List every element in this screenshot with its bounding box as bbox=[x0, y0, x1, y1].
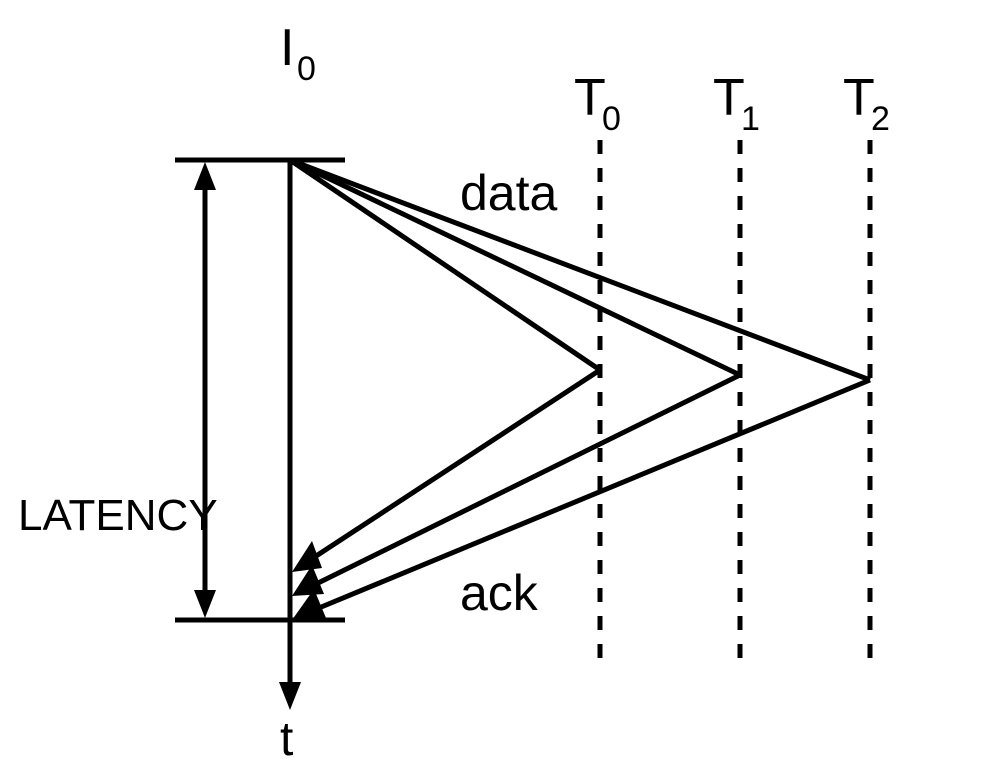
data-line-t2 bbox=[290, 160, 870, 380]
time-arrowhead-icon bbox=[279, 682, 301, 710]
ack-line-t2 bbox=[314, 380, 870, 610]
target1-label: T 1 bbox=[713, 69, 760, 138]
latency-label: LATENCY bbox=[18, 491, 218, 540]
latency-arrow-down-icon bbox=[194, 590, 216, 618]
target2-label: T 2 bbox=[843, 69, 890, 138]
initiator-label: I 0 bbox=[280, 19, 316, 88]
ack-arrow-t0-icon bbox=[292, 541, 322, 572]
svg-text:T: T bbox=[713, 69, 745, 127]
svg-text:0: 0 bbox=[602, 100, 621, 138]
time-label: t bbox=[280, 713, 293, 766]
target0-label: T 0 bbox=[574, 69, 621, 138]
ack-line-t1 bbox=[312, 375, 740, 586]
data-label: data bbox=[460, 165, 558, 221]
svg-text:0: 0 bbox=[297, 50, 316, 88]
svg-text:T: T bbox=[574, 69, 606, 127]
latency-diagram: I 0 T 0 T 1 T 2 t LATENCY data ack bbox=[0, 0, 982, 772]
svg-text:T: T bbox=[843, 69, 875, 127]
ack-label: ack bbox=[460, 565, 539, 621]
svg-text:1: 1 bbox=[741, 100, 760, 138]
latency-arrow-up-icon bbox=[194, 162, 216, 190]
svg-text:2: 2 bbox=[871, 100, 890, 138]
svg-text:I: I bbox=[280, 19, 294, 77]
